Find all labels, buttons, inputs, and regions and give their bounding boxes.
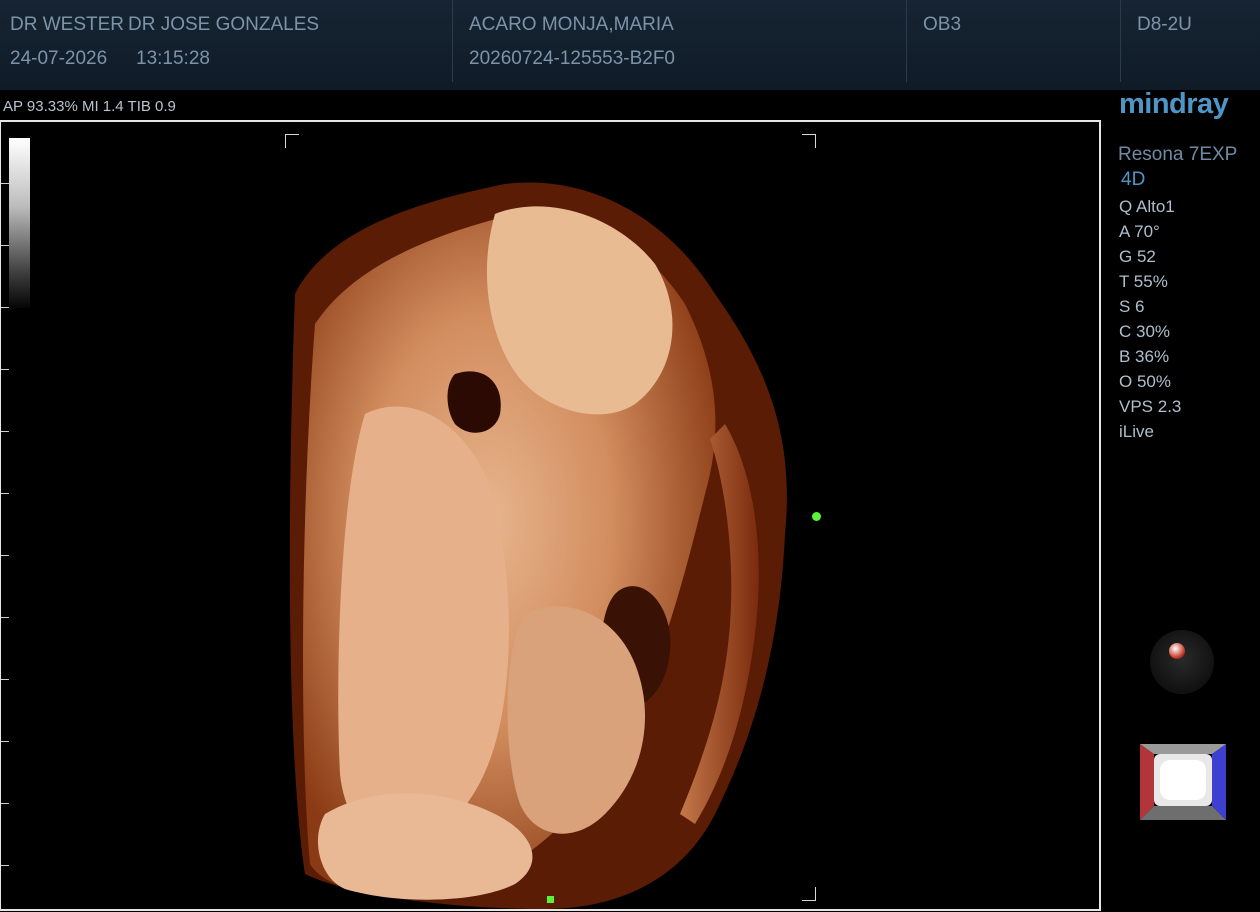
depth-tick <box>1 865 9 866</box>
depth-tick <box>1 555 9 556</box>
depth-tick <box>1 493 9 494</box>
param-vps: VPS 2.3 <box>1119 397 1182 416</box>
exam-time: 13:15:28 <box>136 48 210 69</box>
focus-marker <box>812 512 821 521</box>
probe-name: D8-2U <box>1137 14 1192 35</box>
light-source-icon[interactable] <box>1169 643 1185 659</box>
orientation-cube-icon[interactable] <box>1136 740 1230 826</box>
param-ilive: iLive <box>1119 422 1154 441</box>
depth-tick <box>1 245 9 246</box>
imaging-mode: 4D <box>1121 169 1146 190</box>
param-threshold: T 55% <box>1119 272 1168 291</box>
header-divider <box>906 0 907 82</box>
grayscale-bar <box>9 138 30 308</box>
system-model: Resona 7EXP <box>1118 144 1238 165</box>
depth-tick <box>1 307 9 308</box>
param-opacity: O 50% <box>1119 372 1171 391</box>
exam-date: 24-07-2026 <box>10 48 108 69</box>
header-divider <box>1120 0 1121 82</box>
param-brightness: B 36% <box>1119 347 1170 366</box>
image-viewport[interactable] <box>0 120 1101 911</box>
patient-name: ACARO MONJA,MARIA <box>469 14 674 35</box>
header-divider <box>452 0 453 82</box>
brand-logo: mindray <box>1119 88 1229 120</box>
param-gain: G 52 <box>1119 247 1156 266</box>
depth-tick <box>1 741 9 742</box>
acoustic-output-status: AP 93.33% MI 1.4 TIB 0.9 <box>3 98 176 115</box>
depth-tick <box>1 679 9 680</box>
depth-tick <box>1 617 9 618</box>
exam-id: 20260724-125553-B2F0 <box>469 48 676 69</box>
imaging-parameters: Q Alto1 A 70° G 52 T 55% S 6 C 30% B 36%… <box>1119 197 1181 447</box>
exam-preset: OB3 <box>923 14 962 35</box>
roi-corner-top-right <box>802 134 816 148</box>
depth-tick <box>1 431 9 432</box>
operator-name: DR WESTER <box>10 14 124 35</box>
patient-info-header: DR WESTER DR JOSE GONZALES 24-07-2026 13… <box>0 0 1260 90</box>
param-smooth: S 6 <box>1119 297 1145 316</box>
roi-corner-top-left <box>285 134 299 148</box>
param-contrast: C 30% <box>1119 322 1171 341</box>
physician-name: DR JOSE GONZALES <box>128 14 320 35</box>
depth-tick <box>1 183 9 184</box>
param-angle: A 70° <box>1119 222 1160 241</box>
fetal-3d-render <box>289 182 787 909</box>
trackball-icon[interactable] <box>1150 630 1214 694</box>
param-quality: Q Alto1 <box>1119 197 1175 216</box>
depth-marker <box>547 896 554 903</box>
depth-tick <box>1 369 9 370</box>
depth-tick <box>1 803 9 804</box>
